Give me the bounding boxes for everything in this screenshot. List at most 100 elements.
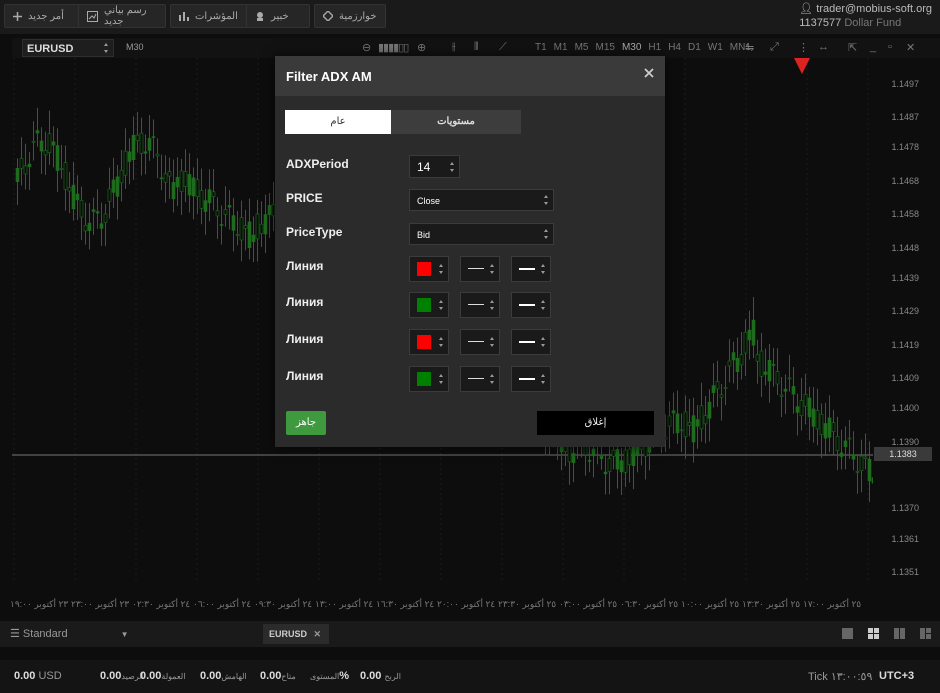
timeframe-m1[interactable]: M1: [554, 42, 568, 53]
candle-body: [711, 385, 716, 394]
candle-body: [47, 133, 52, 154]
new-chart-button[interactable]: رسم بياني جديد: [78, 4, 166, 28]
candle-body: [695, 419, 700, 427]
candle-body: [619, 460, 624, 473]
minimize-icon[interactable]: _: [870, 41, 876, 53]
bars-type-icon[interactable]: ⫴: [474, 41, 479, 54]
candle-body: [727, 360, 732, 367]
candle-body: [743, 331, 748, 354]
line-width-select[interactable]: [511, 256, 551, 282]
layout-grid-icon[interactable]: [868, 628, 879, 639]
draw-tools-icon[interactable]: ⇋: [745, 41, 754, 54]
candle-body: [831, 422, 836, 432]
price-select[interactable]: Close: [409, 189, 554, 211]
timezone[interactable]: UTC+3: [879, 670, 914, 682]
tab-general[interactable]: عام: [285, 110, 391, 134]
line-label: Линия: [286, 369, 324, 383]
symbol-tab[interactable]: EURUSD ✕: [263, 624, 329, 644]
maximize-icon[interactable]: ▫: [888, 41, 892, 53]
candle-body: [739, 354, 744, 366]
candle-body: [795, 406, 800, 413]
price-tick: 1.1419: [891, 339, 919, 350]
zoom-out-icon[interactable]: ⊖: [362, 41, 371, 54]
line-style-select[interactable]: [460, 292, 500, 318]
expert-button[interactable]: خبير: [246, 4, 310, 28]
candle-body: [767, 359, 772, 382]
algorithm-button[interactable]: خوارزمية: [314, 4, 386, 28]
layout-horizontal-icon[interactable]: [920, 628, 931, 639]
more-vertical-icon[interactable]: ⋮: [798, 41, 809, 54]
line-color-select[interactable]: [409, 329, 449, 355]
workspace-select[interactable]: ☰ Standard ▼: [10, 627, 129, 640]
timeframe-h1[interactable]: H1: [648, 42, 661, 53]
close-tab-icon[interactable]: ✕: [314, 629, 322, 639]
line-color-select[interactable]: [409, 256, 449, 282]
line-style-select[interactable]: [460, 366, 500, 392]
adx-period-label: ADXPeriod: [286, 157, 349, 171]
line-type-icon[interactable]: ⟋: [499, 41, 507, 54]
timeframe-h4[interactable]: H4: [668, 42, 681, 53]
candle-body: [151, 136, 156, 138]
line-width-select[interactable]: [511, 292, 551, 318]
candle-body: [675, 413, 680, 434]
line-style-select[interactable]: [460, 329, 500, 355]
time-tick: ٢٤ أكتوبر ٠٩:٣٠: [254, 599, 313, 609]
timeframe-d1[interactable]: D1: [688, 42, 701, 53]
tab-levels[interactable]: مستويات: [391, 110, 521, 134]
timeframe-label: M30: [126, 42, 144, 52]
candle-body: [123, 150, 128, 176]
line-color-select[interactable]: [409, 366, 449, 392]
timeframe-m30[interactable]: M30: [622, 42, 641, 53]
candle-body: [43, 150, 48, 156]
adx-period-input[interactable]: 14: [409, 155, 460, 178]
candle-body: [799, 400, 804, 417]
workspace-label: Standard: [22, 628, 68, 640]
ok-button[interactable]: جاهز: [286, 411, 326, 435]
line-width-select[interactable]: [511, 366, 551, 392]
timeframe-m15[interactable]: M15: [595, 42, 614, 53]
line-style-icon: [468, 268, 484, 269]
zoom-slider[interactable]: ▮▮▮▮▯▯: [378, 41, 409, 54]
layout-vertical-icon[interactable]: [894, 628, 905, 639]
timeframe-w1[interactable]: W1: [708, 42, 723, 53]
candle-body: [843, 440, 848, 447]
expand-icon[interactable]: ⤢: [770, 41, 779, 54]
timeframe-t1[interactable]: T1: [535, 42, 547, 53]
line-color-select-arrows-icon: [439, 374, 444, 384]
indicators-button[interactable]: المؤشرات: [170, 4, 250, 28]
layout-single-icon[interactable]: [842, 628, 853, 639]
candle-body: [667, 415, 672, 427]
candle-body: [723, 387, 728, 389]
time-tick: ٢٥ أكتوبر ٠٣:٠٠: [559, 599, 618, 609]
close-icon[interactable]: [643, 67, 655, 79]
symbol-select[interactable]: EURUSD: [22, 39, 114, 57]
line-width-select-arrows-icon: [541, 374, 546, 384]
line-style-select-arrows-icon: [490, 264, 495, 274]
price-type-select[interactable]: Bid: [409, 223, 554, 245]
candle-body: [587, 460, 592, 462]
line-label: Линия: [286, 295, 324, 309]
detach-icon[interactable]: ⇱: [848, 41, 857, 54]
line-color-select[interactable]: [409, 292, 449, 318]
candle-body: [603, 471, 608, 475]
candle-body: [59, 168, 64, 170]
zoom-in-icon[interactable]: ⊕: [417, 41, 426, 54]
line-style-select[interactable]: [460, 256, 500, 282]
candle-body: [19, 158, 24, 169]
candle-body: [259, 223, 264, 234]
candle-body: [679, 429, 684, 432]
adx-period-stepper-icon[interactable]: [450, 161, 455, 172]
fit-horizontal-icon[interactable]: ↔: [818, 41, 829, 53]
candle-type-icon[interactable]: ⫲: [452, 41, 456, 54]
close-chart-icon[interactable]: ✕: [906, 41, 915, 54]
close-button[interactable]: إغلاق: [537, 411, 654, 435]
candle-body: [623, 449, 628, 473]
price-tick: 1.1448: [891, 242, 919, 253]
candle-body: [807, 397, 812, 418]
account-info[interactable]: 👤︎ trader@mobius-soft.org 1137577 Dollar…: [799, 2, 932, 30]
chevron-down-icon: ▼: [120, 630, 129, 639]
candle-body: [119, 169, 124, 184]
line-width-select[interactable]: [511, 329, 551, 355]
new-order-button[interactable]: أمر جديد: [4, 4, 84, 28]
timeframe-m5[interactable]: M5: [575, 42, 589, 53]
